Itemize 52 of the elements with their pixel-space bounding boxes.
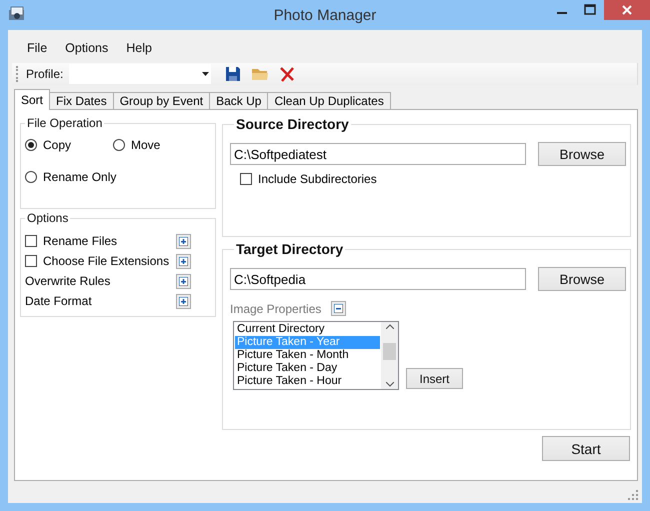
browse-button[interactable]: Browse	[538, 142, 626, 166]
expand-button[interactable]	[176, 294, 191, 308]
tab[interactable]: Group by Event	[112, 92, 210, 110]
insert-button[interactable]: Insert	[406, 368, 463, 389]
checkbox[interactable]: Choose File Extensions	[25, 254, 170, 268]
path-field[interactable]: C:\Softpediatest	[230, 143, 526, 165]
tab[interactable]: Sort	[14, 89, 50, 110]
scrollbar-thumb[interactable]	[383, 343, 396, 360]
radio-button[interactable]: Copy	[25, 138, 113, 152]
checkbox[interactable]: Include Subdirectories	[240, 172, 377, 186]
save-icon[interactable]	[225, 66, 242, 82]
plus-icon	[179, 296, 188, 306]
radio-button[interactable]: Move	[113, 138, 160, 152]
checkbox[interactable]: Rename Files	[25, 234, 118, 248]
tab[interactable]: Clean Up Duplicates	[267, 92, 391, 110]
plus-icon	[179, 256, 188, 266]
plus-icon	[179, 276, 188, 286]
window-title: Photo Manager	[274, 6, 376, 24]
close-icon[interactable]	[604, 0, 650, 20]
tab[interactable]: Back Up	[209, 92, 268, 110]
option-label: Date Format	[25, 294, 92, 308]
list-item[interactable]: Picture Taken - Day	[235, 362, 380, 375]
menu-item[interactable]: Help	[119, 41, 159, 55]
radio-button[interactable]: Rename Only	[25, 170, 211, 184]
image-properties-label: Image Properties	[230, 302, 322, 316]
caret-icon	[202, 72, 210, 76]
list-item[interactable]: Picture Taken - Hour	[235, 375, 380, 388]
minus-icon	[334, 304, 344, 313]
scroll-up-icon[interactable]	[386, 324, 394, 329]
resize-grip-icon[interactable]	[628, 490, 638, 500]
expand-button[interactable]	[176, 234, 191, 248]
path-field[interactable]: C:\Softpedia	[230, 268, 526, 290]
properties-list[interactable]: Current Directory Picture Taken - Year Picture Taken - Month Picture Taken - Day Picture Taken - Hour	[233, 321, 399, 390]
list-item[interactable]: Picture Taken - Month	[235, 349, 380, 362]
collapse-button[interactable]	[331, 301, 346, 316]
browse-button[interactable]: Browse	[538, 267, 626, 291]
plus-icon	[179, 236, 188, 246]
menu-item[interactable]: File	[20, 41, 54, 55]
expand-button[interactable]	[176, 274, 191, 288]
list-item[interactable]: Current Directory	[235, 323, 380, 336]
scroll-down-icon[interactable]	[386, 382, 394, 387]
profile-label: Profile:	[26, 67, 64, 81]
group-title: Options	[26, 211, 70, 225]
delete-icon[interactable]	[279, 66, 296, 82]
app-icon	[8, 6, 26, 22]
menu-item[interactable]: Options	[58, 41, 116, 55]
group-title: File Operation	[26, 116, 104, 130]
option-label: Overwrite Rules	[25, 274, 110, 288]
expand-button[interactable]	[176, 254, 191, 268]
start-button[interactable]: Start	[542, 436, 630, 461]
group-title: Target Directory	[235, 241, 344, 257]
group-title: Source Directory	[235, 116, 350, 132]
